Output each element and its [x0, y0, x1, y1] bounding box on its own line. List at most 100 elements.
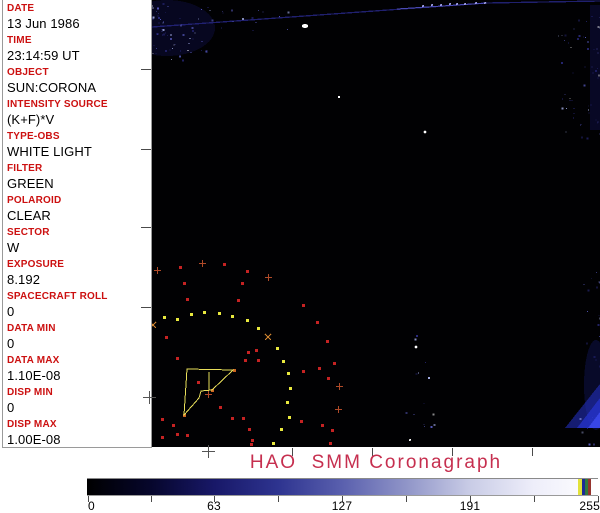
- speckle: [583, 36, 584, 37]
- field-value: (K+F)*V: [7, 112, 151, 127]
- speckle: [163, 22, 164, 23]
- metadata-field: SECTOR W: [4, 224, 151, 256]
- metadata-field: POLAROIDCLEAR: [4, 192, 151, 224]
- speckle: [574, 108, 575, 109]
- streak-dot: [475, 2, 477, 4]
- speckle: [190, 52, 191, 53]
- speckle: [242, 18, 244, 20]
- red-marker-dot: [333, 362, 336, 365]
- speckle: [262, 11, 263, 12]
- speckle: [562, 98, 563, 99]
- speckle: [565, 94, 566, 95]
- red-marker-dot: [223, 263, 226, 266]
- speckle: [587, 311, 588, 312]
- red-marker-dot: [327, 377, 330, 380]
- speckle: [153, 19, 154, 20]
- speckle: [170, 50, 171, 51]
- speckle: [558, 36, 559, 37]
- red-marker-dot: [248, 428, 251, 431]
- yellow-marker-dot: [276, 347, 279, 350]
- speckle: [596, 272, 597, 273]
- field-label: SECTOR: [7, 228, 151, 238]
- speckle: [597, 53, 598, 54]
- speckle: [208, 7, 209, 8]
- speckle: [425, 362, 426, 363]
- speckle: [588, 109, 589, 110]
- speckle: [160, 19, 161, 20]
- field-label: TIME: [7, 36, 151, 46]
- speckle: [256, 22, 257, 23]
- speckle: [561, 62, 563, 64]
- metadata-field: EXPOSURE8.192: [4, 256, 151, 288]
- speckle: [231, 10, 233, 12]
- speckle: [188, 43, 189, 44]
- field-label: INTENSITY SOURCE: [7, 100, 151, 110]
- speckle: [180, 18, 181, 19]
- field-label: DATA MIN: [7, 324, 151, 334]
- red-marker-dot: [302, 370, 305, 373]
- speckle: [279, 16, 280, 17]
- speckle: [433, 413, 435, 415]
- speckle: [174, 45, 175, 46]
- speckle: [165, 33, 166, 34]
- yellow-marker-dot: [246, 319, 249, 322]
- red-marker-dot: [172, 424, 175, 427]
- speckle: [167, 35, 168, 36]
- streak-dot: [449, 3, 451, 5]
- colorbar-tick: [151, 496, 152, 502]
- speckle: [253, 30, 254, 31]
- speckle: [182, 60, 184, 62]
- speckle: [182, 34, 184, 36]
- speckle: [222, 11, 223, 12]
- red-marker-dot: [318, 367, 321, 370]
- speckle: [598, 77, 599, 78]
- bright-spot: [338, 96, 340, 98]
- speckle: [156, 48, 157, 49]
- field-label: DATA MAX: [7, 356, 151, 366]
- speckle: [430, 426, 432, 428]
- field-value: 13 Jun 1986: [7, 16, 151, 31]
- speckle: [589, 113, 590, 114]
- plus-marker: [157, 267, 158, 274]
- yellow-marker-dot: [289, 387, 292, 390]
- metadata-field: DISP MIN0: [4, 384, 151, 416]
- red-marker-dot: [257, 359, 260, 362]
- speckle: [590, 104, 591, 105]
- metadata-field: TYPE-OBSWHITE LIGHT: [4, 128, 151, 160]
- field-label: DISP MIN: [7, 388, 151, 398]
- metadata-field: DATA MIN0: [4, 320, 151, 352]
- window-border-left: [2, 0, 3, 447]
- red-marker-dot: [331, 429, 334, 432]
- red-marker-dot: [321, 424, 324, 427]
- red-marker-dot: [246, 270, 249, 273]
- speckle: [163, 3, 165, 5]
- speckle: [405, 412, 407, 414]
- speckle: [587, 428, 588, 429]
- speckle: [434, 424, 436, 426]
- speckle: [287, 29, 288, 30]
- red-marker-dot: [197, 381, 200, 384]
- colorbar-tick-label: 0: [88, 499, 95, 513]
- streak-dot: [464, 3, 466, 5]
- speckle: [572, 100, 573, 101]
- speckle: [414, 339, 416, 341]
- speckle: [566, 132, 567, 133]
- speckle: [170, 34, 172, 36]
- metadata-field: SPACECRAFT ROLL0: [4, 288, 151, 320]
- speckle: [175, 44, 176, 45]
- speckle: [211, 20, 213, 22]
- field-label: DATE: [7, 4, 151, 14]
- field-value: W: [7, 240, 151, 255]
- speckle: [162, 31, 163, 32]
- speckle: [201, 9, 202, 10]
- speckle: [583, 84, 585, 86]
- speckle: [418, 373, 419, 374]
- speckle: [191, 27, 193, 29]
- speckle: [587, 137, 589, 139]
- speckle: [195, 33, 196, 34]
- field-label: POLAROID: [7, 196, 151, 206]
- yellow-marker-dot: [218, 312, 221, 315]
- speckle: [588, 290, 590, 292]
- speckle: [209, 10, 210, 11]
- axis-tick-left: [141, 149, 151, 150]
